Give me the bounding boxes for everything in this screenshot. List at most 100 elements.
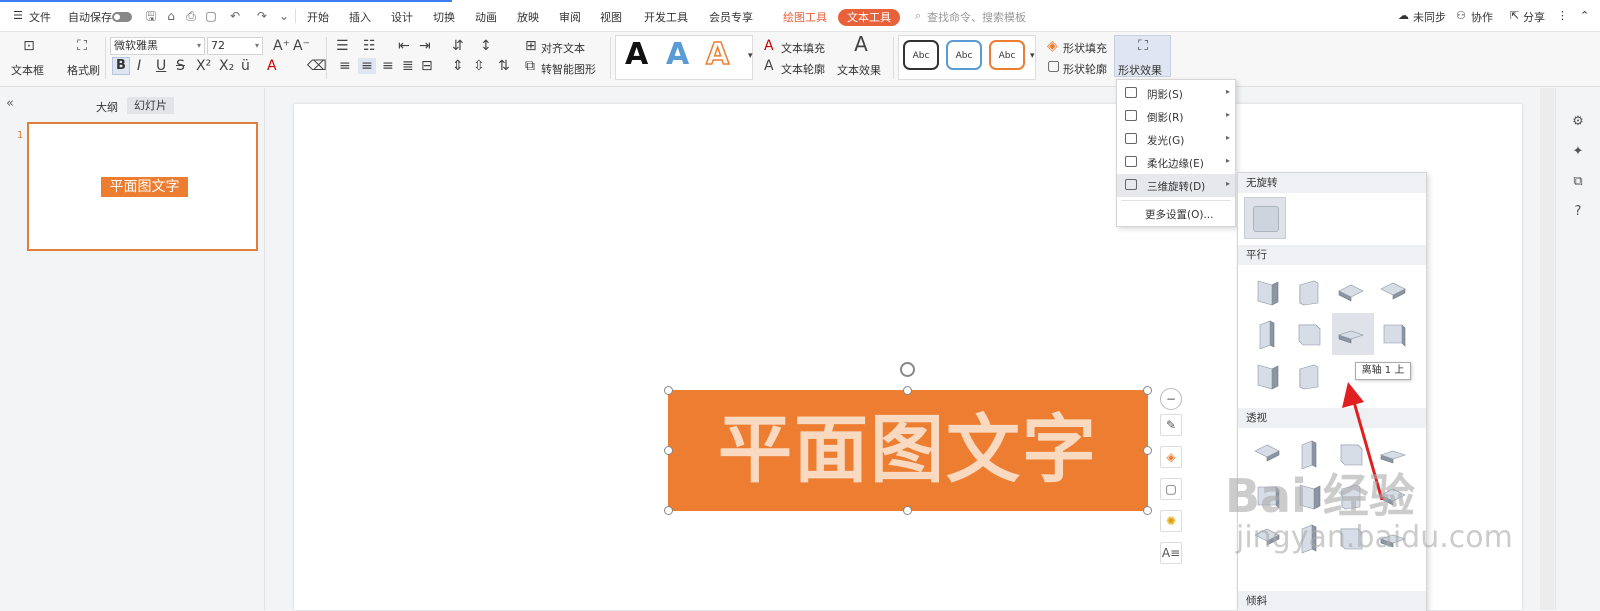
vertical-scrollbar[interactable] <box>1540 88 1554 610</box>
hamburger-icon[interactable]: ☰ <box>13 9 23 22</box>
shape-gallery-more-icon[interactable]: ▾ <box>1030 48 1035 64</box>
shape-outline-icon[interactable]: ▢ <box>1047 58 1060 74</box>
resize-handle-br[interactable] <box>1143 506 1152 515</box>
text-layout-icon[interactable]: A≡ <box>1160 542 1182 564</box>
justify-icon[interactable]: ≣ <box>402 58 414 74</box>
text-direction-icon[interactable]: ⇵ <box>452 38 464 54</box>
outline-icon[interactable]: ▢ <box>1160 478 1182 500</box>
align-left-icon[interactable]: ≡ <box>339 58 351 74</box>
cloud-icon[interactable]: ⌂ <box>164 9 178 23</box>
line-height-icon[interactable]: ⇅ <box>498 58 510 74</box>
text-style-black[interactable]: A <box>625 40 648 70</box>
file-menu[interactable]: 文件 <box>29 9 51 25</box>
autosave-toggle[interactable] <box>112 12 132 22</box>
increase-font-icon[interactable]: A⁺ <box>273 38 290 54</box>
shape-style-dark[interactable]: Abc <box>903 40 939 70</box>
preset-no-rotation[interactable] <box>1244 197 1286 239</box>
parallel-preset-cube[interactable] <box>1294 277 1324 307</box>
collapse-ribbon-icon[interactable]: ⌃ <box>1580 9 1589 22</box>
tab-animation[interactable]: 动画 <box>475 9 497 25</box>
font-color-icon[interactable]: A <box>267 58 277 74</box>
gallery-more-icon[interactable]: ▾ <box>748 48 753 64</box>
parallel-preset-cube[interactable] <box>1252 361 1282 391</box>
parallel-preset-cube[interactable] <box>1252 319 1282 350</box>
phonetic-icon[interactable]: ü <box>241 58 250 74</box>
menu-soft-edges[interactable]: 柔化边缘(E) ▸ <box>1117 151 1235 174</box>
menu-shadow[interactable]: 阴影(S) ▸ <box>1117 82 1235 105</box>
pin-icon[interactable]: ✦ <box>1570 144 1586 160</box>
numbered-list-icon[interactable]: ☷ <box>363 38 376 54</box>
smart-shape-icon[interactable]: ⧉ <box>525 58 535 74</box>
text-effects-icon[interactable]: A <box>851 34 871 54</box>
print-preview-icon[interactable]: ▢ <box>204 9 218 23</box>
parallel-preset-cube[interactable] <box>1294 319 1324 349</box>
bulb-icon[interactable]: ✺ <box>1160 510 1182 532</box>
menu-reflection[interactable]: 倒影(R) ▸ <box>1117 105 1235 128</box>
paragraph-spacing-icon[interactable]: ⇕ <box>452 58 464 74</box>
underline-icon[interactable]: U <box>156 58 166 74</box>
tab-design[interactable]: 设计 <box>391 9 413 25</box>
sync-icon[interactable]: ☁ <box>1398 9 1409 22</box>
resize-handle-b[interactable] <box>903 506 912 515</box>
menu-more-settings[interactable]: 更多设置(O)... <box>1145 207 1213 222</box>
settings-sliders-icon[interactable]: ⚙ <box>1570 114 1586 130</box>
resize-handle-bl[interactable] <box>664 506 673 515</box>
distribute-icon[interactable]: ⊟ <box>421 58 433 74</box>
tab-slideshow[interactable]: 放映 <box>517 9 539 25</box>
more-chevron-icon[interactable]: ⌄ <box>277 9 291 23</box>
decrease-indent-icon[interactable]: ⇤ <box>398 38 410 54</box>
shape-style-blue[interactable]: Abc <box>946 40 982 70</box>
text-outline-icon[interactable]: A <box>764 58 774 74</box>
italic-icon[interactable]: I <box>137 58 141 74</box>
clear-format-icon[interactable]: ⌫ <box>307 58 327 74</box>
tab-developer[interactable]: 开发工具 <box>644 9 688 25</box>
tab-home[interactable]: 开始 <box>307 9 329 25</box>
tab-transition[interactable]: 切换 <box>433 9 455 25</box>
decrease-font-icon[interactable]: A⁻ <box>293 38 310 54</box>
shape-fill-icon[interactable]: ◈ <box>1047 38 1058 54</box>
parallel-preset-cube[interactable] <box>1378 277 1408 307</box>
tab-text-tools[interactable]: 文本工具 <box>838 9 900 26</box>
more-icon[interactable]: ⋮ <box>1557 9 1568 22</box>
pen-icon[interactable]: ✎ <box>1160 414 1182 436</box>
bold-button[interactable]: B <box>112 57 130 75</box>
search-input[interactable]: 查找命令、搜索模板 <box>927 9 1026 25</box>
text-fill-button[interactable]: 文本填充 <box>781 40 825 56</box>
slide-thumbnail[interactable]: 平面图文字 <box>27 122 258 251</box>
copy-icon[interactable]: ⧉ <box>1570 174 1586 190</box>
format-painter-icon[interactable]: ⛶ <box>72 38 92 54</box>
font-size-select[interactable]: 72 ▾ <box>207 37 263 55</box>
search-icon[interactable]: ⌕ <box>915 9 921 23</box>
align-right-icon[interactable]: ≡ <box>382 58 394 74</box>
parallel-preset-cube[interactable] <box>1252 277 1282 307</box>
align-text-icon[interactable]: ⊞ <box>525 38 537 54</box>
text-effects-button[interactable]: 文本效果 <box>837 62 881 78</box>
text-outline-button[interactable]: 文本轮廓 <box>781 61 825 77</box>
align-center-icon[interactable]: ≡ <box>358 58 376 74</box>
column-icon[interactable]: ⇳ <box>473 58 485 74</box>
superscript-icon[interactable]: X² <box>196 58 211 74</box>
tab-review[interactable]: 审阅 <box>559 9 581 25</box>
tab-slides[interactable]: 幻灯片 <box>127 97 174 114</box>
text-style-orange-outline[interactable]: A <box>705 39 730 71</box>
align-text-button[interactable]: 对齐文本 <box>541 40 585 56</box>
textbox-button[interactable]: 文本框 <box>11 62 44 78</box>
parallel-preset-cube[interactable] <box>1378 319 1408 349</box>
subscript-icon[interactable]: X₂ <box>219 58 234 74</box>
save-icon[interactable]: 🖫 <box>144 9 158 23</box>
resize-handle-tr[interactable] <box>1143 386 1152 395</box>
format-painter-button[interactable]: 格式刷 <box>67 62 100 78</box>
shape-style-orange[interactable]: Abc <box>989 40 1025 70</box>
share-button[interactable]: 分享 <box>1523 9 1545 25</box>
menu-3d-rotation[interactable]: 三维旋转(D) ▸ <box>1117 174 1235 197</box>
fill-icon[interactable]: ◈ <box>1160 446 1182 468</box>
strikethrough-icon[interactable]: S <box>176 58 185 74</box>
print-icon[interactable]: ⎙ <box>184 9 198 23</box>
zoom-out-icon[interactable]: − <box>1160 388 1182 410</box>
bullet-list-icon[interactable]: ☰ <box>336 38 349 54</box>
resize-handle-t[interactable] <box>903 386 912 395</box>
smart-shape-button[interactable]: 转智能图形 <box>541 61 596 77</box>
redo-icon[interactable]: ↷ <box>255 9 269 23</box>
collapse-panel-icon[interactable]: « <box>6 96 14 111</box>
line-spacing-icon[interactable]: ↕ <box>480 38 492 54</box>
